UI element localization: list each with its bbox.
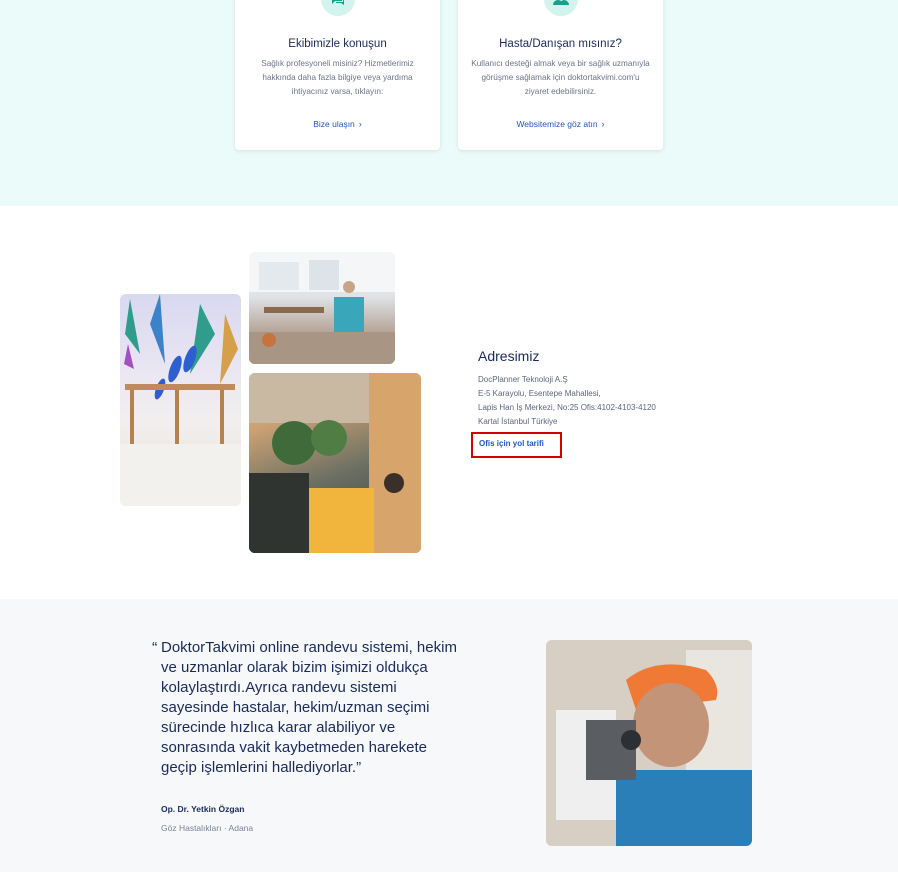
card-title: Ekibimizle konuşun [288, 38, 387, 50]
doctor-photo [546, 640, 752, 846]
card-text: Sağlık profesyoneli misiniz? Hizmetlerim… [261, 59, 414, 96]
users-icon [543, 0, 578, 16]
testimonial-author-meta: Göz Hastalıkları · Adana [161, 823, 254, 833]
address-block: DocPlanner Teknoloji A.Ş E-5 Karayolu, E… [478, 373, 656, 429]
office-photo-reception [249, 373, 421, 553]
address-line: Lapis Han İş Merkezi, No:25 Ofis:4102-41… [478, 403, 656, 412]
office-directions-link[interactable]: Ofis için yol tarifi [471, 432, 562, 458]
address-title: Adresimiz [478, 348, 540, 364]
contact-section: Ekibimizle konuşun Sağlık profesyoneli m… [0, 0, 898, 206]
contact-card-patient: Hasta/Danışan mısınız? Kullanıcı desteği… [458, 0, 663, 150]
chat-icon [320, 0, 355, 16]
link-label[interactable]: Bize ulaşın [313, 119, 355, 129]
address-line: E-5 Karayolu, Esentepe Mahallesi, [478, 389, 601, 398]
open-quote-mark: “ [152, 640, 158, 657]
testimonial-author: Op. Dr. Yetkin Özgan [161, 804, 245, 814]
visit-website-link[interactable]: Websitemize göz atın › [458, 119, 663, 129]
contact-us-link[interactable]: Bize ulaşın › [235, 119, 440, 129]
chevron-right-icon: › [358, 119, 362, 129]
chevron-right-icon: › [601, 119, 605, 129]
card-text: Kullanıcı desteği almak veya bir sağlık … [471, 59, 650, 96]
card-title: Hasta/Danışan mısınız? [499, 38, 622, 50]
contact-card-team: Ekibimizle konuşun Sağlık profesyoneli m… [235, 0, 440, 150]
address-line: DocPlanner Teknoloji A.Ş [478, 375, 568, 384]
testimonial-quote: DoktorTakvimi online randevu sistemi, he… [161, 639, 457, 776]
office-photo-mural [120, 294, 241, 506]
address-line: Kartal İstanbul Türkiye [478, 417, 558, 426]
office-photo-lounge [249, 252, 395, 364]
link-label[interactable]: Websitemize göz atın [516, 119, 597, 129]
